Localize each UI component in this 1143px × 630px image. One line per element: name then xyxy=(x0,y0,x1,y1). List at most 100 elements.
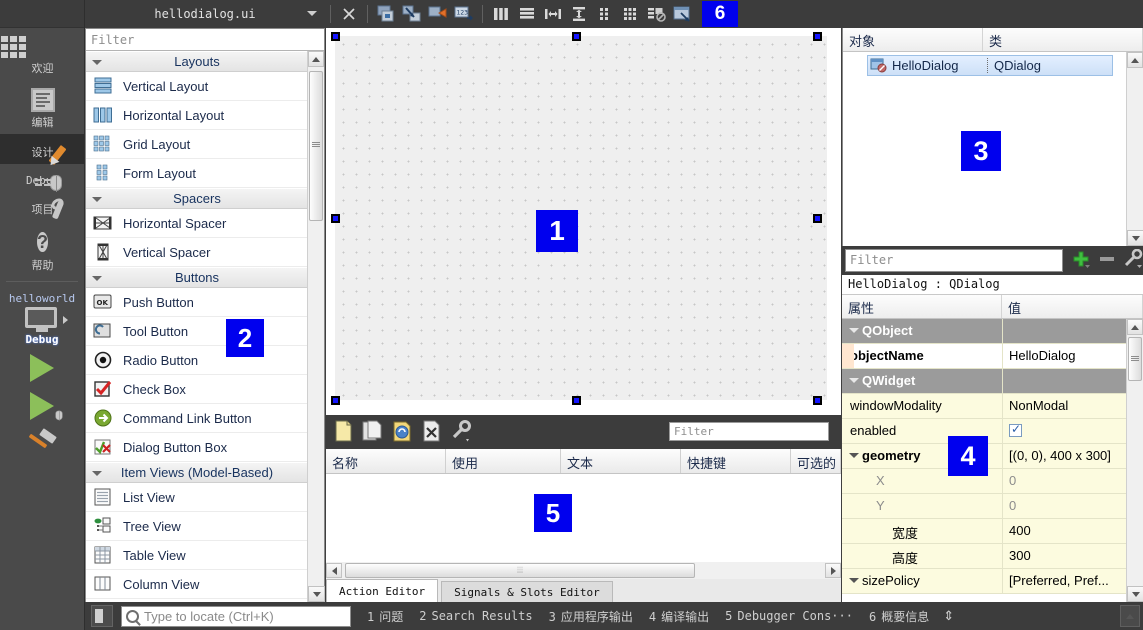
property-group-qwidget[interactable]: QWidget xyxy=(842,369,1143,394)
scroll-up-button[interactable] xyxy=(1127,319,1143,335)
scrollbar-thumb[interactable] xyxy=(309,71,323,221)
resize-handle-top-right[interactable] xyxy=(813,32,822,41)
layout-form-button[interactable] xyxy=(592,2,618,26)
run-button[interactable] xyxy=(0,354,84,382)
widgetbox-group-buttons[interactable]: Buttons xyxy=(86,267,308,288)
column-header-class[interactable]: 类 xyxy=(983,28,1143,51)
property-row-geometry-x[interactable]: X 0 xyxy=(842,469,1143,494)
resize-handle-mid-right[interactable] xyxy=(813,214,822,223)
property-value-sizepolicy[interactable]: [Preferred, Pref... xyxy=(1002,569,1143,593)
output-pane-search-results[interactable]: 2 Search Results xyxy=(419,609,532,623)
action-table-body[interactable]: 5 xyxy=(326,474,841,561)
adjust-size-button[interactable] xyxy=(670,2,696,26)
resize-handle-bottom-right[interactable] xyxy=(813,396,822,405)
property-row-enabled[interactable]: enabled xyxy=(842,419,1143,444)
property-value-geometry-y[interactable]: 0 xyxy=(1002,494,1143,518)
widget-item-tool-button[interactable]: Tool Button xyxy=(86,317,308,346)
widget-item-table-view[interactable]: Table View xyxy=(86,541,308,570)
open-documents-combo[interactable]: hellodialog.ui xyxy=(85,0,325,28)
property-value-geometry[interactable]: [(0, 0), 400 x 300] xyxy=(1002,444,1143,468)
layout-grid-button[interactable] xyxy=(618,2,644,26)
scroll-up-button[interactable] xyxy=(1127,52,1143,68)
locator-input[interactable]: Type to locate (Ctrl+K) xyxy=(121,605,351,627)
new-action-button[interactable] xyxy=(334,420,354,445)
edit-tab-order-button[interactable]: 123 xyxy=(451,2,477,26)
paste-action-button[interactable] xyxy=(392,420,414,445)
widget-item-horizontal-layout[interactable]: Horizontal Layout xyxy=(86,101,308,130)
widget-item-vertical-spacer[interactable]: Vertical Spacer xyxy=(86,238,308,267)
mode-item-debug[interactable]: Debug xyxy=(0,164,85,192)
form-editor-canvas[interactable]: 1 xyxy=(326,28,841,415)
widget-item-list-view[interactable]: List View xyxy=(86,483,308,512)
object-inspector-scrollbar[interactable] xyxy=(1126,52,1143,246)
tab-signals-slots-editor[interactable]: Signals & Slots Editor xyxy=(441,581,613,602)
property-row-windowmodality[interactable]: windowModality NonModal xyxy=(842,394,1143,419)
property-row-geometry-height[interactable]: 高度 300 xyxy=(842,544,1143,569)
build-button[interactable] xyxy=(0,428,84,456)
action-filter-input[interactable]: Filter xyxy=(669,422,829,441)
resize-handle-mid-left[interactable] xyxy=(331,214,340,223)
property-filter-input[interactable]: Filter xyxy=(845,249,1063,272)
mode-item-help[interactable]: ? 帮助 xyxy=(0,221,85,277)
delete-action-button[interactable] xyxy=(422,420,442,445)
property-value-enabled[interactable] xyxy=(1002,419,1143,443)
property-row-geometry-y[interactable]: Y 0 xyxy=(842,494,1143,519)
mode-item-welcome[interactable]: 欢迎 xyxy=(0,28,85,80)
action-table-hscrollbar[interactable]: ⦙⦙⦙ xyxy=(326,562,841,579)
widget-item-horizontal-spacer[interactable]: Horizontal Spacer xyxy=(86,209,308,238)
property-row-geometry[interactable]: geometry [(0, 0), 400 x 300] xyxy=(842,444,1143,469)
widget-item-push-button[interactable]: OK Push Button xyxy=(86,288,308,317)
resize-handle-top-left[interactable] xyxy=(331,32,340,41)
property-row-geometry-width[interactable]: 宽度 400 xyxy=(842,519,1143,544)
enabled-checkbox[interactable] xyxy=(1009,422,1022,437)
widget-item-grid-layout[interactable]: Grid Layout xyxy=(86,130,308,159)
kit-selector[interactable]: helloworld Debug xyxy=(0,286,84,346)
column-header-text[interactable]: 文本 xyxy=(561,449,681,473)
output-pane-application-output[interactable]: 3 应用程序输出 xyxy=(549,608,633,625)
column-header-property[interactable]: 属性 xyxy=(842,295,1002,318)
show-output-pane-button[interactable] xyxy=(1120,605,1140,627)
hello-dialog-form[interactable] xyxy=(335,36,827,400)
configure-property-button[interactable] xyxy=(1123,248,1143,272)
column-header-checkable[interactable]: 可选的 xyxy=(791,449,841,473)
widgetbox-scrollbar[interactable] xyxy=(307,51,325,602)
widgetbox-group-item-views[interactable]: Item Views (Model-Based) xyxy=(86,462,308,483)
output-pane-compile-output[interactable]: 4 编译输出 xyxy=(649,608,709,625)
widget-item-column-view[interactable]: Column View xyxy=(86,570,308,599)
property-value-objectname[interactable]: HelloDialog xyxy=(1002,344,1143,368)
output-pane-size-toggle[interactable]: ⇕ xyxy=(943,608,954,624)
layout-splitter-vertical-button[interactable] xyxy=(566,2,592,26)
property-row-sizepolicy[interactable]: sizePolicy [Preferred, Pref... xyxy=(842,569,1143,594)
column-header-value[interactable]: 值 xyxy=(1002,295,1143,318)
close-editor-button[interactable] xyxy=(336,2,362,26)
object-inspector-row-hellodialog[interactable]: HelloDialog QDialog xyxy=(867,55,1113,76)
column-header-usage[interactable]: 使用 xyxy=(446,449,561,473)
widget-item-vertical-layout[interactable]: Vertical Layout xyxy=(86,72,308,101)
scroll-up-button[interactable] xyxy=(308,51,324,67)
widget-item-form-layout[interactable]: Form Layout xyxy=(86,159,308,188)
property-value-geometry-x[interactable]: 0 xyxy=(1002,469,1143,493)
output-pane-debugger-console[interactable]: 5 Debugger Cons··· xyxy=(725,609,853,623)
property-row-objectname[interactable]: objectName HelloDialog xyxy=(842,344,1143,369)
edit-widgets-button[interactable] xyxy=(373,2,399,26)
configure-action-button[interactable] xyxy=(450,419,472,445)
scroll-down-button[interactable] xyxy=(1127,230,1143,246)
property-group-qobject[interactable]: QObject xyxy=(842,319,1143,344)
remove-property-button[interactable] xyxy=(1097,249,1117,272)
hscroll-left-button[interactable] xyxy=(326,563,342,578)
layout-vertically-button[interactable] xyxy=(514,2,540,26)
copy-action-button[interactable] xyxy=(362,420,384,445)
property-editor-scrollbar[interactable] xyxy=(1126,319,1143,602)
scrollbar-thumb[interactable] xyxy=(1128,337,1142,381)
column-header-shortcut[interactable]: 快捷键 xyxy=(681,449,791,473)
widget-item-command-link-button[interactable]: Command Link Button xyxy=(86,404,308,433)
mode-item-design[interactable]: 设计 xyxy=(0,134,85,169)
hscrollbar-thumb[interactable]: ⦙⦙⦙ xyxy=(345,563,695,578)
property-value-windowmodality[interactable]: NonModal xyxy=(1002,394,1143,418)
break-layout-button[interactable] xyxy=(644,2,670,26)
widget-item-radio-button[interactable]: Radio Button xyxy=(86,346,308,375)
resize-handle-bottom-center[interactable] xyxy=(572,396,581,405)
property-value-geometry-height[interactable]: 300 xyxy=(1002,544,1143,568)
resize-handle-top-center[interactable] xyxy=(572,32,581,41)
layout-horizontally-button[interactable] xyxy=(488,2,514,26)
